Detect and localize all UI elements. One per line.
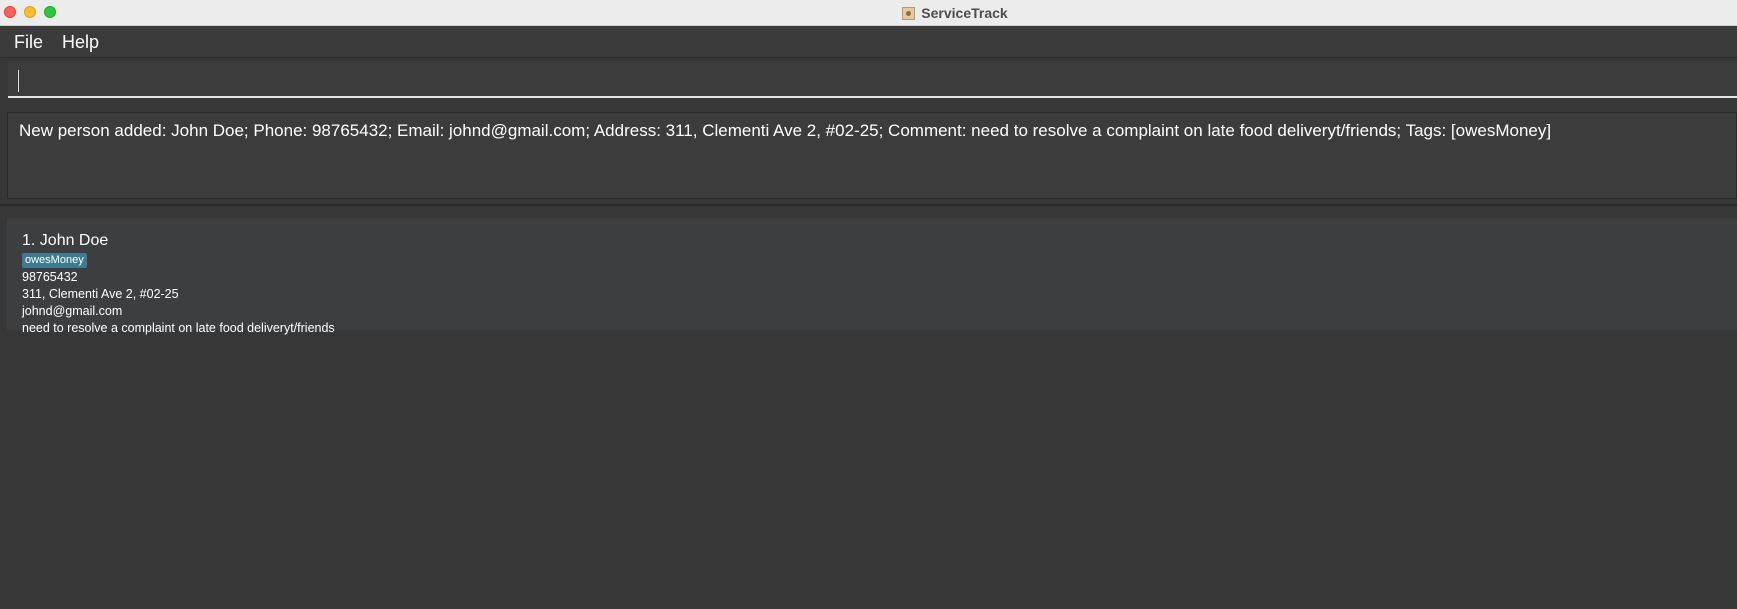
person-comment: need to resolve a complaint on late food… xyxy=(22,321,335,335)
app-window: ServiceTrack File Help New person added:… xyxy=(0,0,1737,609)
menu-file[interactable]: File xyxy=(14,32,43,53)
text-caret xyxy=(18,70,19,92)
split-pane-divider[interactable] xyxy=(0,204,1737,206)
command-box xyxy=(0,58,1737,102)
address-book-icon xyxy=(902,6,916,20)
person-list[interactable]: 1. John Doe owesMoney 98765432 311, Clem… xyxy=(0,208,1737,609)
window-title: ServiceTrack xyxy=(921,5,1008,21)
menu-bar: File Help xyxy=(0,26,1737,58)
command-input[interactable] xyxy=(8,62,1737,98)
menu-help[interactable]: Help xyxy=(62,32,99,53)
person-email: johnd@gmail.com xyxy=(22,304,123,318)
tag-badge: owesMoney xyxy=(22,253,87,268)
person-card[interactable]: 1. John Doe owesMoney 98765432 311, Clem… xyxy=(7,218,1737,335)
person-address: 311, Clementi Ave 2, #02-25 xyxy=(22,287,179,301)
result-message: New person added: John Doe; Phone: 98765… xyxy=(19,121,1552,140)
window-title-group: ServiceTrack xyxy=(0,0,1737,26)
person-name: 1. John Doe xyxy=(22,232,109,249)
title-bar: ServiceTrack xyxy=(0,0,1737,26)
person-phone: 98765432 xyxy=(22,270,78,284)
result-display: New person added: John Doe; Phone: 98765… xyxy=(7,112,1737,199)
